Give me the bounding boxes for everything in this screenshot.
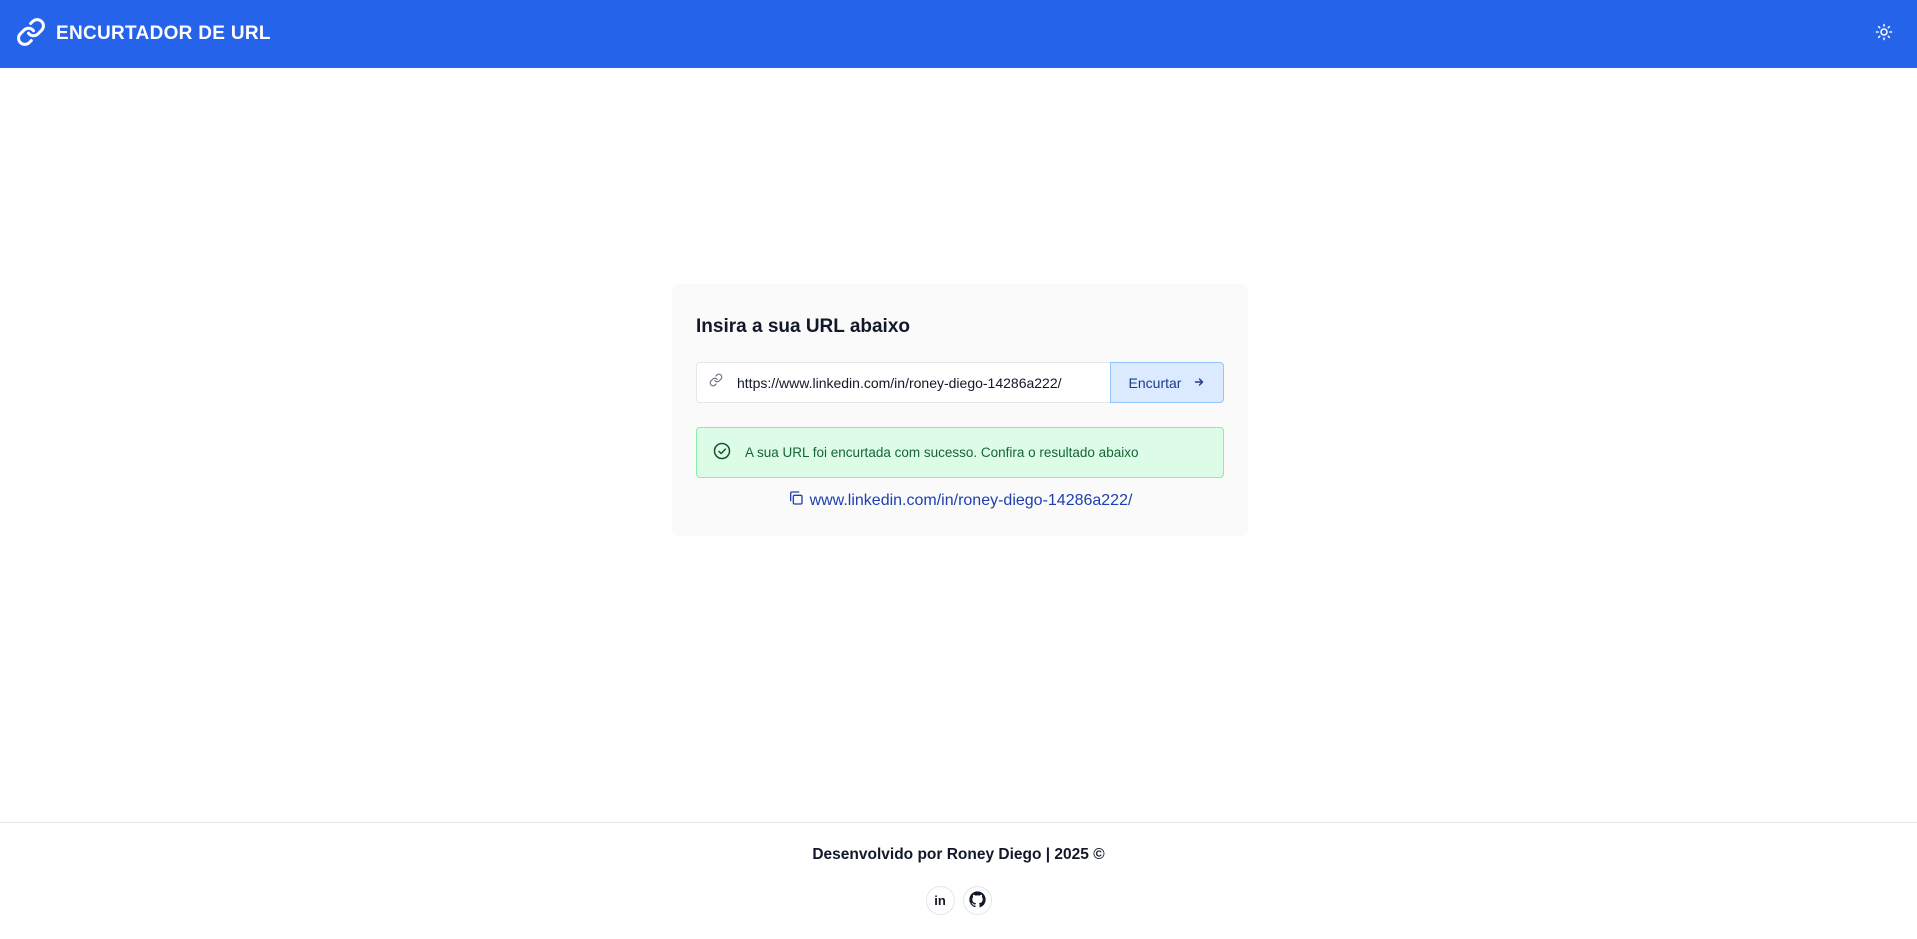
- link-icon: [709, 373, 723, 392]
- github-icon: [968, 890, 986, 911]
- url-field[interactable]: [696, 362, 1110, 403]
- footer-credit: Desenvolvido por Roney Diego | 2025 ©: [812, 846, 1105, 863]
- check-circle-icon: [713, 442, 731, 463]
- short-url-link[interactable]: www.linkedin.com/in/roney-diego-14286a22…: [696, 490, 1224, 511]
- app-footer: Desenvolvido por Roney Diego | 2025 © in: [0, 822, 1917, 939]
- short-url-text[interactable]: www.linkedin.com/in/roney-diego-14286a22…: [810, 492, 1133, 510]
- link-icon: [16, 17, 46, 52]
- linkedin-icon: in: [934, 893, 946, 908]
- sun-icon: [1875, 23, 1893, 46]
- social-links: in: [925, 886, 992, 915]
- github-link[interactable]: [962, 886, 992, 915]
- success-alert: A sua URL foi encurtada com sucesso. Con…: [696, 427, 1224, 478]
- url-input[interactable]: [737, 374, 1097, 391]
- linkedin-link[interactable]: in: [925, 886, 955, 915]
- alert-message: A sua URL foi encurtada com sucesso. Con…: [745, 445, 1139, 460]
- copy-icon[interactable]: [788, 490, 804, 511]
- app-title: ENCURTADOR DE URL: [56, 23, 271, 44]
- shorten-button[interactable]: Encurtar: [1110, 362, 1224, 403]
- card-title: Insira a sua URL abaixo: [696, 316, 911, 337]
- arrow-right-icon: [1193, 375, 1205, 391]
- brand[interactable]: ENCURTADOR DE URL: [16, 17, 271, 52]
- shortener-card: Insira a sua URL abaixo Encurtar: [672, 284, 1248, 536]
- shorten-button-label: Encurtar: [1128, 374, 1182, 391]
- url-form: Encurtar: [696, 362, 1224, 403]
- app-header: ENCURTADOR DE URL: [0, 0, 1917, 68]
- theme-toggle-button[interactable]: [1869, 19, 1899, 49]
